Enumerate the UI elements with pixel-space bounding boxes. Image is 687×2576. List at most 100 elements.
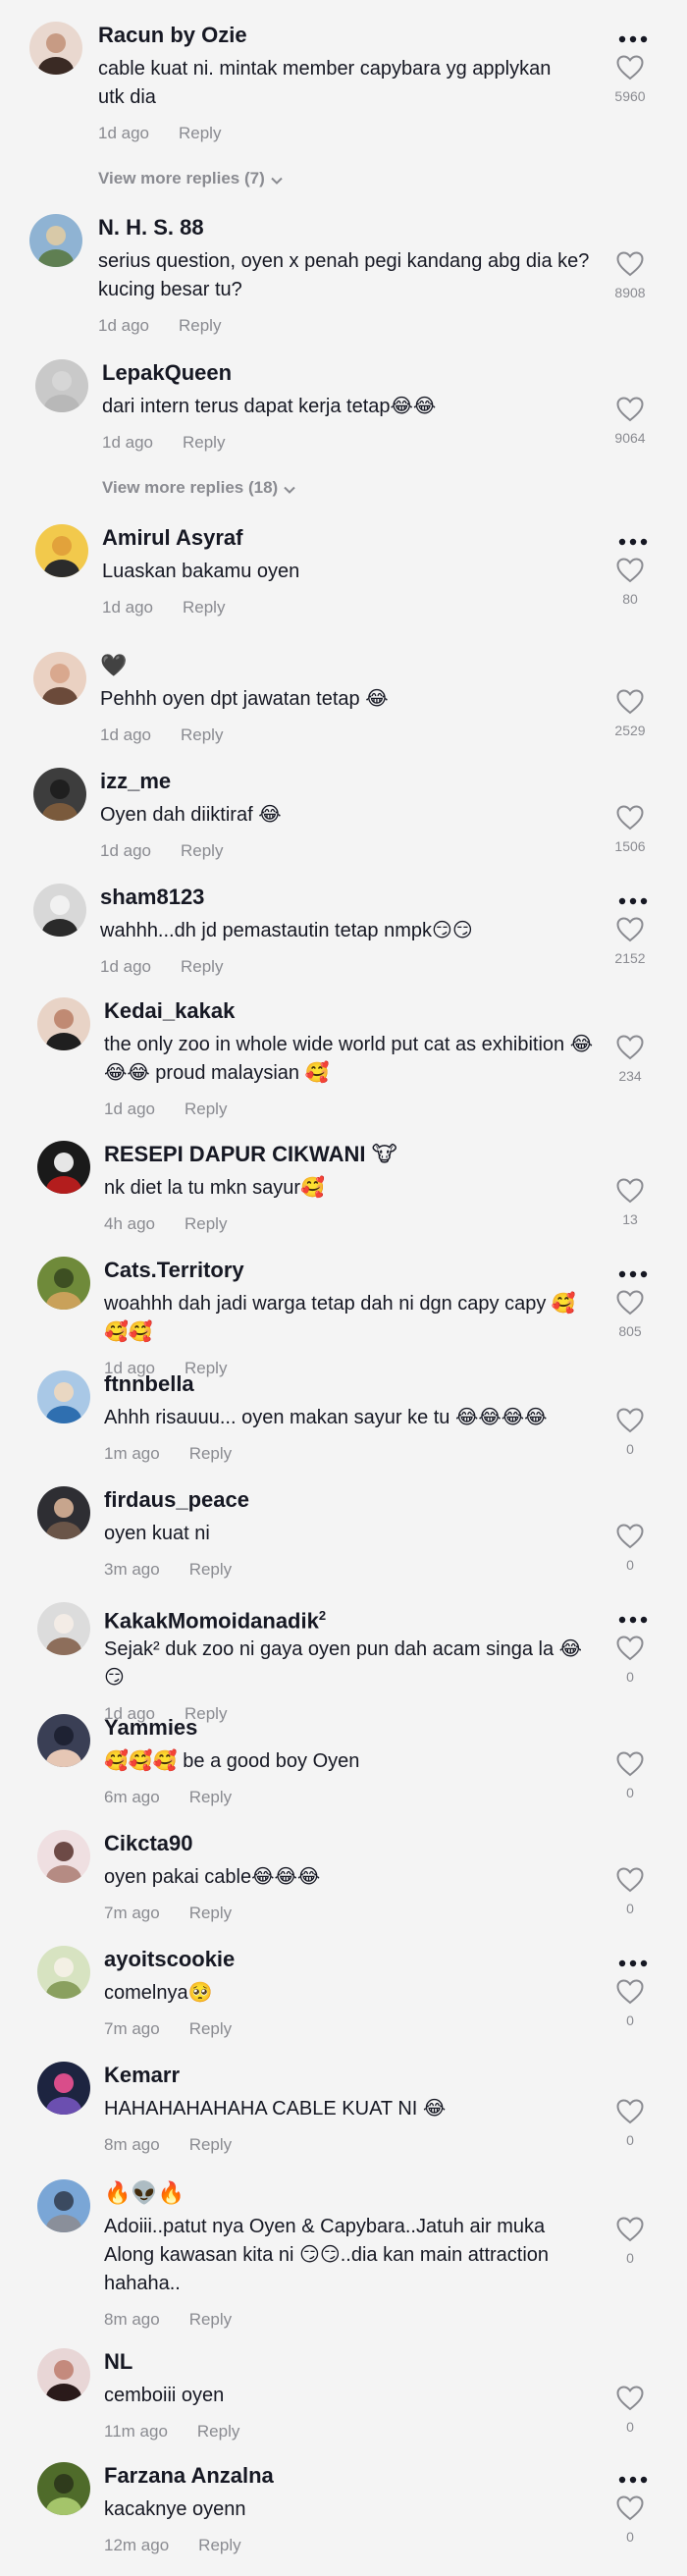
avatar[interactable] bbox=[37, 2062, 90, 2115]
avatar[interactable] bbox=[37, 1370, 90, 1423]
avatar[interactable] bbox=[37, 2462, 90, 2515]
comment-time: 1d ago bbox=[98, 124, 149, 142]
comment-username[interactable]: ftnnbella bbox=[104, 1370, 194, 1398]
avatar[interactable] bbox=[29, 214, 82, 267]
comment-username[interactable]: sham8123 bbox=[100, 884, 204, 911]
like-heart-icon[interactable] bbox=[616, 2217, 644, 2242]
more-options-icon[interactable] bbox=[618, 1266, 648, 1278]
comment-username[interactable]: LepakQueen bbox=[102, 359, 232, 387]
comment-username[interactable]: Farzana Anzalna bbox=[104, 2462, 274, 2490]
view-more-replies-button[interactable]: View more replies (7) bbox=[98, 169, 283, 189]
like-heart-icon[interactable] bbox=[616, 1035, 644, 1060]
avatar[interactable] bbox=[37, 1257, 90, 1310]
like-count: 0 bbox=[626, 2012, 634, 2028]
more-options-icon[interactable] bbox=[618, 31, 648, 43]
reply-button[interactable]: Reply bbox=[189, 2135, 232, 2154]
comment-username[interactable]: Kemarr bbox=[104, 2062, 180, 2089]
comment-text: Pehhh oyen dpt jawatan tetap 😂 bbox=[100, 688, 389, 710]
comment-username[interactable]: izz_me bbox=[100, 768, 171, 795]
avatar[interactable] bbox=[37, 1830, 90, 1883]
like-heart-icon[interactable] bbox=[616, 2099, 644, 2124]
like-heart-icon[interactable] bbox=[616, 917, 644, 942]
comment-username[interactable]: Amirul Asyraf bbox=[102, 524, 242, 552]
reply-button[interactable]: Reply bbox=[185, 1100, 227, 1118]
reply-button[interactable]: Reply bbox=[181, 957, 223, 976]
like-heart-icon[interactable] bbox=[616, 689, 644, 715]
more-options-icon[interactable] bbox=[618, 1612, 648, 1624]
avatar[interactable] bbox=[37, 1714, 90, 1767]
like-count: 2529 bbox=[614, 723, 646, 738]
like-heart-icon[interactable] bbox=[616, 1524, 644, 1549]
like-heart-icon[interactable] bbox=[616, 1751, 644, 1777]
avatar[interactable] bbox=[35, 524, 88, 577]
reply-button[interactable]: Reply bbox=[185, 1214, 227, 1233]
like-heart-icon[interactable] bbox=[616, 2496, 644, 2521]
comment-username[interactable]: ayoitscookie bbox=[104, 1946, 235, 1973]
comment-username[interactable]: Cikcta90 bbox=[104, 1830, 193, 1857]
like-count: 0 bbox=[626, 1441, 634, 1457]
reply-button[interactable]: Reply bbox=[189, 1560, 232, 1579]
like-heart-icon[interactable] bbox=[616, 397, 644, 422]
reply-button[interactable]: Reply bbox=[198, 2536, 240, 2554]
like-heart-icon[interactable] bbox=[616, 1636, 644, 1661]
comment-username[interactable]: Racun by Ozie bbox=[98, 22, 247, 49]
reply-button[interactable]: Reply bbox=[179, 124, 221, 142]
like-heart-icon[interactable] bbox=[616, 805, 644, 831]
like-heart-icon[interactable] bbox=[616, 1979, 644, 2005]
more-options-icon[interactable] bbox=[618, 2472, 648, 2484]
like-heart-icon[interactable] bbox=[616, 2386, 644, 2411]
avatar[interactable] bbox=[37, 1141, 90, 1194]
reply-button[interactable]: Reply bbox=[189, 1904, 232, 1922]
comment-username[interactable]: N. H. S. 88 bbox=[98, 214, 204, 242]
comment-username[interactable]: RESEPI DAPUR CIKWANI 🐮 bbox=[104, 1141, 397, 1168]
like-count: 0 bbox=[626, 2132, 634, 2148]
comment-username[interactable]: 🖤 bbox=[100, 652, 127, 679]
avatar[interactable] bbox=[37, 997, 90, 1050]
comment-username[interactable]: Cats.Territory bbox=[104, 1257, 244, 1284]
comment-username[interactable]: Kedai_kakak bbox=[104, 997, 235, 1025]
like-heart-icon[interactable] bbox=[616, 1408, 644, 1433]
more-options-icon[interactable] bbox=[618, 893, 648, 905]
comment-time: 1m ago bbox=[104, 1444, 160, 1463]
like-heart-icon[interactable] bbox=[616, 55, 644, 80]
comment-username[interactable]: Yammies bbox=[104, 1714, 197, 1742]
like-count: 8908 bbox=[614, 285, 646, 300]
reply-button[interactable]: Reply bbox=[183, 433, 225, 452]
avatar[interactable] bbox=[33, 884, 86, 937]
reply-button[interactable]: Reply bbox=[189, 2019, 232, 2038]
reply-button[interactable]: Reply bbox=[181, 841, 223, 860]
avatar[interactable] bbox=[29, 22, 82, 75]
avatar[interactable] bbox=[37, 1946, 90, 1999]
avatar[interactable] bbox=[33, 768, 86, 821]
reply-button[interactable]: Reply bbox=[181, 725, 223, 744]
reply-button[interactable]: Reply bbox=[189, 1788, 232, 1806]
avatar[interactable] bbox=[37, 1486, 90, 1539]
like-heart-icon[interactable] bbox=[616, 1290, 644, 1315]
like-heart-icon[interactable] bbox=[616, 251, 644, 277]
comment-text: Oyen dah diiktiraf 😂 bbox=[100, 804, 282, 826]
view-more-replies-button[interactable]: View more replies (18) bbox=[102, 478, 295, 499]
more-options-icon[interactable] bbox=[618, 534, 648, 546]
reply-button[interactable]: Reply bbox=[179, 316, 221, 335]
like-count: 0 bbox=[626, 2250, 634, 2266]
avatar[interactable] bbox=[37, 2348, 90, 2401]
avatar[interactable] bbox=[37, 1602, 90, 1655]
like-heart-icon[interactable] bbox=[616, 558, 644, 583]
reply-button[interactable]: Reply bbox=[189, 2310, 232, 2329]
more-options-icon[interactable] bbox=[618, 1956, 648, 1967]
reply-button[interactable]: Reply bbox=[197, 2422, 239, 2441]
reply-button[interactable]: Reply bbox=[183, 598, 225, 617]
avatar[interactable] bbox=[37, 2179, 90, 2232]
comment-username[interactable]: 🔥👽🔥 bbox=[104, 2179, 185, 2207]
comment-username[interactable]: NL bbox=[104, 2348, 132, 2376]
like-count: 0 bbox=[626, 1785, 634, 1800]
avatar[interactable] bbox=[33, 652, 86, 705]
comment-meta: 1m ago Reply bbox=[104, 1444, 232, 1464]
avatar[interactable] bbox=[35, 359, 88, 412]
reply-button[interactable]: Reply bbox=[189, 1444, 232, 1463]
comment-username[interactable]: firdaus_peace bbox=[104, 1486, 249, 1514]
like-heart-icon[interactable] bbox=[616, 1178, 644, 1204]
like-heart-icon[interactable] bbox=[616, 1867, 644, 1893]
like-count: 13 bbox=[622, 1211, 638, 1227]
comment-username[interactable]: KakakMomoidanadik2 bbox=[104, 1602, 326, 1635]
